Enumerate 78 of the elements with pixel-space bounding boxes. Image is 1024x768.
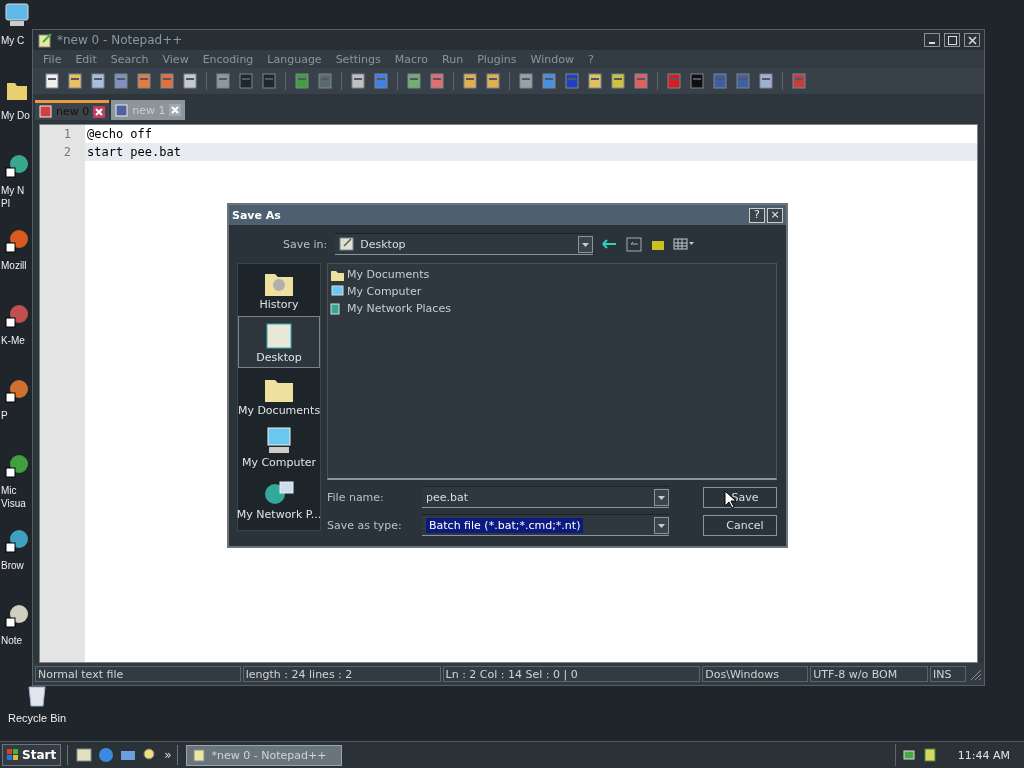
menu-item[interactable]: View [162,52,189,66]
document-icon [39,105,52,118]
desktop-icon-label: Mozill [0,259,27,272]
desktop-icon-label: Brow [0,559,24,572]
status-bar-field: INS [930,666,966,682]
places-item[interactable]: My Network P... [238,474,320,524]
help-button[interactable]: ? [749,207,765,223]
file-name-label: File name: [327,490,385,504]
desktop-icon-label: My N Pl [0,184,25,210]
app-shortcut-icon[interactable] [4,377,30,403]
line-number: 1 [62,126,72,143]
places-item[interactable]: History [238,264,320,314]
maximize-button[interactable] [944,33,960,47]
menu-item[interactable]: Window [530,52,574,66]
dialog-title: Save As [232,208,281,222]
save-button[interactable]: Save [703,486,777,508]
desktop-icon-label: Recycle Bin [7,712,67,725]
desktop-icon-label: K-Me [0,334,25,347]
save-in-label: Save in: [283,237,328,251]
view-menu-icon[interactable] [673,238,696,250]
minimize-icon [929,42,935,44]
status-bar-field: Ln : 2 Col : 14 Sel : 0 | 0 [442,666,701,682]
desktop-folder-icon [339,236,356,252]
desktop-icon [263,320,295,351]
resize-grip-icon[interactable] [968,667,982,681]
computer-icon [330,284,345,299]
save-in-dropdown[interactable]: Desktop [335,233,594,255]
places-item[interactable]: My Documents [238,370,320,420]
app-shortcut-icon[interactable] [4,452,30,478]
desktop-icon-label: My Do [0,109,30,122]
code-line: @echo off [86,126,154,143]
windows-logo-icon [7,749,19,761]
menu-item[interactable]: Run [442,52,464,66]
status-bar-field: UTF-8 w/o BOM [810,666,929,682]
document-icon [115,103,129,117]
places-item[interactable]: Desktop [238,316,320,368]
desktop-icon-label: My C [0,34,25,47]
app-shortcut-icon[interactable] [4,227,30,253]
menu-item[interactable]: Search [110,52,149,66]
status-bar-field: Normal text file [35,666,241,682]
close-icon[interactable] [93,105,106,118]
close-button[interactable]: × [767,207,783,223]
minimize-button[interactable] [924,33,940,47]
status-bar-field: length : 24 lines : 2 [242,666,441,682]
line-number: 2 [62,144,72,161]
globe-icon[interactable] [4,152,30,178]
window-title: *new 0 - Notepad++ [57,33,183,47]
app-shortcut-icon[interactable] [4,302,30,328]
computer-icon[interactable] [4,2,30,28]
menu-item[interactable]: Edit [75,52,97,66]
app-shortcut-icon[interactable] [4,527,30,553]
clock: 11:44 AM [957,748,1010,762]
back-arrow-icon[interactable] [601,238,618,250]
menu-item[interactable]: File [43,52,62,66]
places-item[interactable]: My Computer [238,422,320,472]
start-button[interactable]: Start [2,744,62,766]
menu-item[interactable]: Encoding [202,52,254,66]
menu-item[interactable]: ? [587,52,594,66]
more-shortcuts-button[interactable]: » [164,748,172,762]
menu-item[interactable]: Language [267,52,322,66]
desktop-icon-label: P [0,409,8,422]
cancel-button[interactable]: Cancel [703,514,777,536]
desktop-icon-label: Note [0,634,23,647]
menu-item[interactable]: Settings [335,52,381,66]
desktop-icon-label: Mic Visua [0,484,26,510]
file-type-dropdown[interactable]: Batch file (*.bat;*.cmd;*.nt) [422,514,669,536]
file-list-item[interactable]: My Documents [330,266,430,283]
file-name-field[interactable]: pee.bat [422,486,669,508]
close-icon [967,35,977,45]
notepad-shortcut-icon[interactable] [4,602,30,628]
status-bar-field: Dos\Windows [702,666,809,682]
file-list-item[interactable]: My Network Places [330,300,451,317]
maximize-icon [947,35,957,45]
menu-item[interactable]: Plugins [477,52,517,66]
file-list-item[interactable]: My Computer [330,283,422,300]
menu-item[interactable]: Macro [394,52,429,66]
save-as-type-label: Save as type: [327,518,403,532]
close-button[interactable] [964,33,980,47]
